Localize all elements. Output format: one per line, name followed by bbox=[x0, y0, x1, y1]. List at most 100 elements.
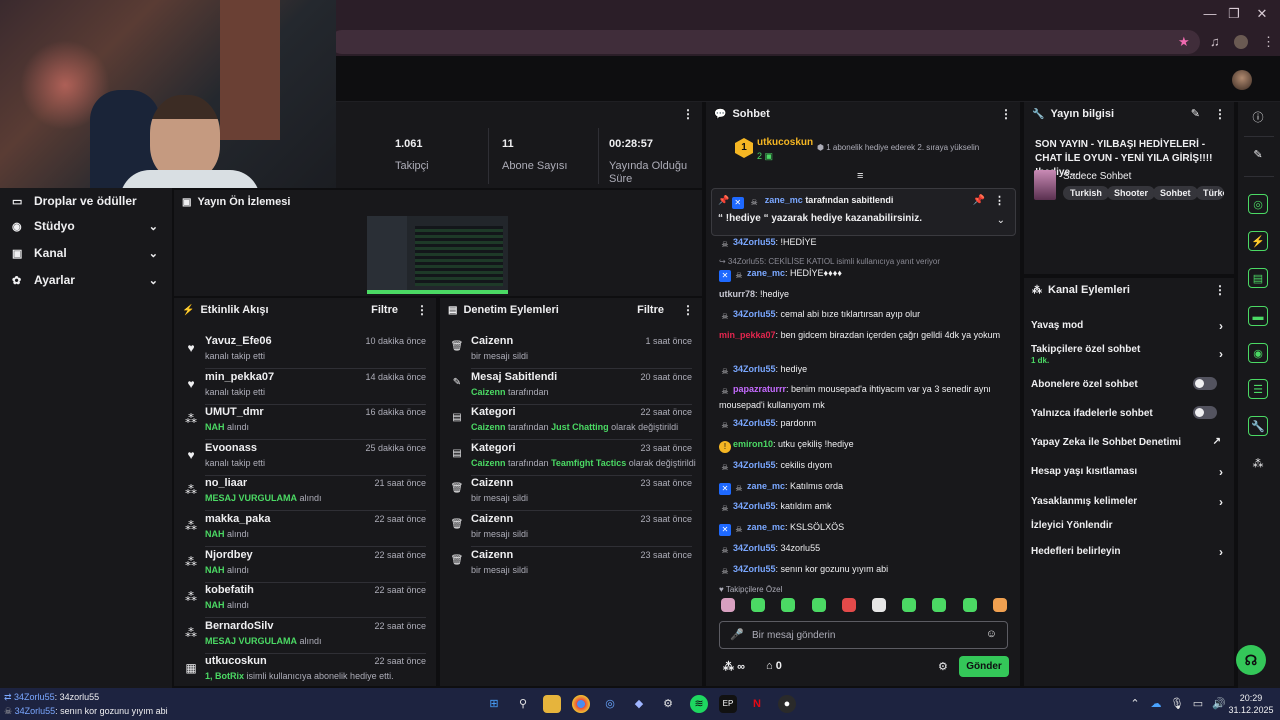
chat-message[interactable]: ☠ 34Zorlu55: hediye bbox=[719, 362, 1009, 378]
chat-username[interactable]: 34Zorlu55 bbox=[733, 543, 776, 553]
minimize-icon[interactable]: — bbox=[1200, 6, 1220, 21]
microphone-icon[interactable]: 🎤 bbox=[730, 628, 744, 641]
activity-user[interactable]: Yavuz_Efe06 bbox=[205, 335, 272, 347]
activity-row[interactable]: ♥ Yavuz_Efe06 kanalı takip etti 10 dakika ö… bbox=[174, 333, 436, 369]
chat-message[interactable]: ☠ 34Zorlu55: katıldım amk bbox=[719, 499, 1009, 515]
send-button[interactable]: Gönder bbox=[959, 656, 1009, 677]
netflix-icon[interactable]: N bbox=[748, 695, 766, 713]
stream-info-menu-icon[interactable]: ⋮ bbox=[1214, 107, 1226, 121]
nav-drops[interactable]: ▭ Droplar ve ödüller bbox=[0, 188, 172, 214]
chat-username[interactable]: emiron10 bbox=[733, 439, 773, 449]
modaction-row[interactable]: ▤ Kategori Caizenn tarafından Just Chattin… bbox=[440, 404, 702, 441]
activity-user[interactable]: no_liaar bbox=[205, 477, 247, 489]
address-bar[interactable] bbox=[330, 30, 1200, 54]
emote-icon[interactable] bbox=[992, 598, 1007, 612]
cloud-icon[interactable]: ☁ bbox=[1147, 695, 1165, 713]
emote-icon[interactable] bbox=[781, 598, 796, 612]
chat-message[interactable]: ✕ ☠ zane_mc: KSLSÖLXÖS bbox=[719, 520, 1009, 536]
system-clock[interactable]: 20:29 31.12.2025 bbox=[1228, 692, 1274, 716]
chat-message[interactable]: ✕ ☠ zane_mc: Katılmıs orda bbox=[719, 479, 1009, 495]
chat-message[interactable]: utkurr78: !hediye bbox=[719, 287, 1009, 301]
edit-icon[interactable]: ✎ bbox=[1191, 107, 1200, 120]
modactions-menu-icon[interactable]: ⋮ bbox=[682, 303, 694, 317]
activity-user[interactable]: Evoonass bbox=[205, 442, 257, 454]
avatar[interactable] bbox=[1232, 70, 1252, 90]
media-icon[interactable]: ♫ bbox=[1210, 34, 1220, 49]
profile-icon[interactable] bbox=[1234, 35, 1248, 49]
emote-icon[interactable] bbox=[932, 598, 947, 612]
chat-message[interactable]: ☠ 34Zorlu55: !HEDİYE bbox=[719, 235, 1009, 251]
emote-icon[interactable] bbox=[872, 598, 886, 612]
activity-row[interactable]: ⁂ UMUT_dmr NAH alındı 16 dakika önce bbox=[174, 404, 436, 441]
chat-icon[interactable]: ▬ bbox=[1248, 306, 1268, 326]
leaderboard-user[interactable]: utkucoskun bbox=[757, 137, 813, 148]
tag[interactable]: Türkç bbox=[1196, 186, 1224, 200]
chat-username[interactable]: 34Zorlu55 bbox=[733, 418, 776, 428]
channel-action[interactable]: Hedefleri belirleyin › bbox=[1031, 545, 1227, 559]
emoji-icon[interactable]: ☺ bbox=[986, 628, 997, 640]
chat-username[interactable]: zane_mc bbox=[747, 268, 785, 278]
chat-message[interactable]: ☠ 34Zorlu55: pardonm bbox=[719, 416, 1009, 432]
unpin-icon[interactable]: 📌 bbox=[973, 195, 985, 206]
chat-message[interactable]: ! emiron10: utku çekiliş !hediye bbox=[719, 437, 1009, 453]
activity-row[interactable]: ▦ utkucoskun 1, BotRix isimli kullanıcıya … bbox=[174, 653, 436, 689]
channel-action[interactable]: Yavaş mod › bbox=[1031, 319, 1227, 333]
channel-actions-menu-icon[interactable]: ⋮ bbox=[1214, 283, 1226, 297]
broadcast-icon[interactable]: ◉ bbox=[1248, 343, 1268, 363]
chat-message[interactable]: ☠ papazraturrr: benim mousepad'a ihtiyacı… bbox=[719, 382, 1009, 412]
app-icon[interactable]: ● bbox=[778, 695, 796, 713]
emote-icon[interactable] bbox=[751, 598, 766, 612]
gift-counter[interactable]: ⌂ 0 bbox=[766, 660, 782, 672]
activity-user[interactable]: UMUT_dmr bbox=[205, 406, 264, 418]
chat-username[interactable]: 34Zorlu55 bbox=[733, 564, 776, 574]
toggle-switch[interactable] bbox=[1193, 377, 1217, 390]
category-thumbnail[interactable] bbox=[1034, 170, 1056, 200]
chat-message[interactable]: ☠ 34Zorlu55: senın kor gozunu yıyım abi bbox=[719, 562, 1009, 578]
app-icon[interactable]: ◆ bbox=[630, 695, 648, 713]
maximize-icon[interactable]: ❐ bbox=[1224, 6, 1244, 22]
channel-action[interactable]: İzleyici Yönlendir bbox=[1031, 520, 1227, 531]
chat-username[interactable]: 34Zorlu55 bbox=[733, 237, 776, 247]
collapse-icon[interactable]: ≡ bbox=[857, 170, 863, 182]
stream-preview-thumbnail[interactable] bbox=[367, 216, 508, 294]
activity-row[interactable]: ⁂ Njordbey NAH alındı 22 saat önce bbox=[174, 547, 436, 583]
chat-username[interactable]: 34Zorlu55 bbox=[733, 460, 776, 470]
lightning-icon[interactable]: ⚡ bbox=[1248, 231, 1268, 251]
emote-icon[interactable] bbox=[841, 598, 856, 612]
nav-channel[interactable]: ▣ Kanal ⌄ bbox=[0, 240, 172, 266]
chat-username[interactable]: min_pekka07 bbox=[719, 330, 776, 340]
channel-action[interactable]: Takipçilere özel sohbet 1 dk. › bbox=[1031, 344, 1227, 365]
activity-user[interactable]: BernardoSilv bbox=[205, 620, 273, 632]
nav-settings[interactable]: ✿ Ayarlar ⌄ bbox=[0, 267, 172, 293]
chat-username[interactable]: 34Zorlu55 bbox=[733, 501, 776, 511]
steam-icon[interactable]: ⚙ bbox=[659, 695, 677, 713]
chat-username[interactable]: utkurr78 bbox=[719, 289, 755, 299]
channel-action[interactable]: Yapay Zeka ile Sohbet Denetimi ↗ bbox=[1031, 436, 1227, 448]
activity-user[interactable]: utkucoskun bbox=[205, 655, 267, 667]
search-icon[interactable]: ⚲ bbox=[514, 695, 532, 713]
chat-username[interactable]: zane_mc bbox=[747, 522, 785, 532]
filter-button[interactable]: Filtre bbox=[371, 304, 398, 316]
bookmark-star-icon[interactable]: ★ bbox=[1178, 34, 1190, 50]
wrench-icon[interactable]: 🔧 bbox=[1248, 416, 1268, 436]
emote-icon[interactable] bbox=[811, 598, 826, 612]
nav-studio[interactable]: ◉ Stüdyo ⌄ bbox=[0, 213, 172, 239]
channel-points[interactable]: ⁂ ∞ bbox=[723, 660, 745, 673]
activity-user[interactable]: makka_paka bbox=[205, 513, 270, 525]
channel-action[interactable]: Yalnızca ifadelerle sohbet bbox=[1031, 406, 1227, 419]
chat-username[interactable]: papazraturrr bbox=[733, 384, 786, 394]
chrome-icon[interactable] bbox=[572, 695, 590, 713]
chat-username[interactable]: zane_mc bbox=[747, 481, 785, 491]
chat-settings-icon[interactable]: ⚙ bbox=[938, 660, 948, 673]
info-icon[interactable]: ⓘ bbox=[1248, 108, 1268, 128]
chat-message[interactable]: ☠ 34Zorlu55: 34zorlu55 bbox=[719, 541, 1009, 557]
chat-username[interactable]: 34Zorlu55 bbox=[733, 364, 776, 374]
microphone-icon[interactable]: 🎙 bbox=[1168, 695, 1186, 713]
activity-row[interactable]: ⁂ makka_paka NAH alındı 22 saat önce bbox=[174, 511, 436, 547]
activity-menu-icon[interactable]: ⋮ bbox=[416, 303, 428, 317]
channel-action[interactable]: Hesap yaşı kısıtlaması › bbox=[1031, 465, 1227, 479]
edit-icon[interactable]: ✎ bbox=[1248, 145, 1268, 165]
emote-icon[interactable] bbox=[721, 598, 735, 612]
modaction-row[interactable]: 🗑 Caizenn bir mesajı sildi 23 saat önce bbox=[440, 511, 702, 547]
chat-message[interactable]: ☠ 34Zorlu55: cemal abi bıze tıklartırsan … bbox=[719, 307, 1009, 323]
